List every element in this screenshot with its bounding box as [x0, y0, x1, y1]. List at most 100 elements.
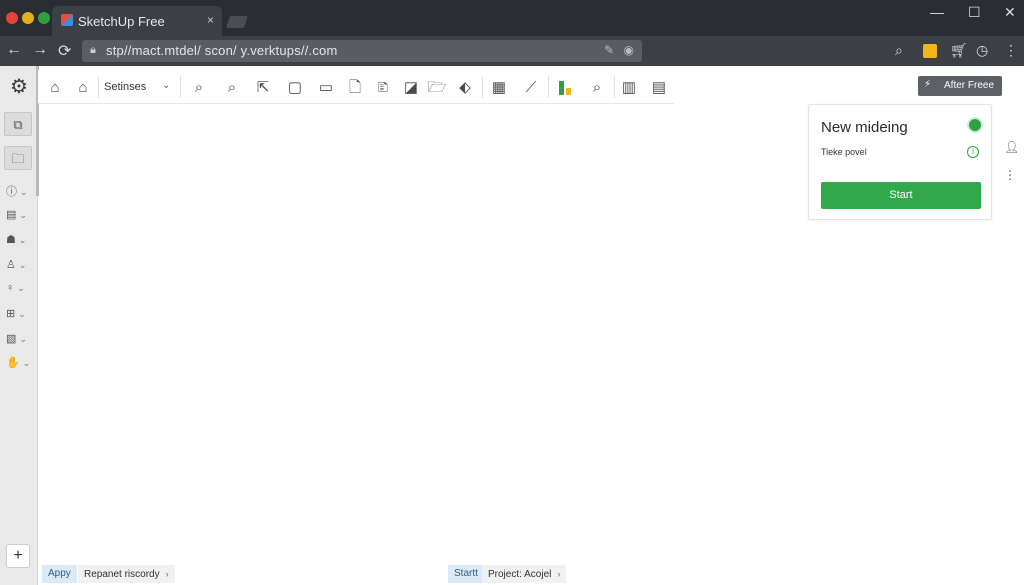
settings-shield-icon[interactable]: ◉	[624, 43, 634, 57]
hand-icon: ✋	[6, 357, 20, 369]
toolbar-divider	[614, 76, 615, 98]
folder-icon[interactable]: 🗀	[4, 146, 32, 170]
close-window-button[interactable]	[6, 12, 18, 24]
rail-item-paint[interactable]: ♙ ⌄	[6, 258, 26, 271]
tab-close-icon[interactable]: ×	[207, 13, 214, 27]
new-model-card: New mideing Tieke povel i Start	[808, 104, 992, 220]
reload-icon[interactable]: ⟳	[58, 41, 71, 61]
browser-addressbar: ← → ⟳ 🔒︎ stp//mact.mtdel/ scon/ y.verktu…	[0, 36, 1024, 66]
key-icon[interactable]: ⌕	[895, 42, 903, 59]
main-toolbar: ⌂ ⌂ Setinses ⌄ ⌕ ⌕ ⇱ ▢ ▭ 🗋 🗈 ◪ 🗁 ⬖ ▦ ⟋ ⌕…	[38, 70, 674, 104]
lock-tool-icon[interactable]: ⌂	[44, 77, 66, 99]
chevron-down-icon: ⌄	[20, 187, 28, 197]
sketchup-favicon-icon	[61, 14, 73, 26]
rail-item-info[interactable]: ⓘ ⌄	[6, 183, 28, 199]
puzzle-icon[interactable]	[923, 44, 937, 58]
toolbar-divider	[180, 76, 181, 98]
browser-tab-sketchup[interactable]: SketchUp Free ×	[52, 6, 222, 36]
bar-chart-icon[interactable]	[558, 79, 572, 95]
warehouse-icon[interactable]: ▥	[618, 77, 640, 99]
outliner-icon: ▧	[6, 333, 17, 345]
project-chip[interactable]: Project: Acojel ›	[482, 565, 567, 583]
maximize-window-button[interactable]	[38, 12, 50, 24]
rail-item-store[interactable]: ▤ ⌄	[6, 208, 27, 221]
toolbar-divider	[548, 76, 549, 98]
window-maximize-icon[interactable]: ☐	[968, 4, 981, 21]
menu-icon[interactable]: ⋮	[1004, 42, 1018, 59]
recent-history-label: Repanet riscordy	[84, 569, 160, 580]
status-dot-icon	[969, 119, 981, 131]
chevron-down-icon: ⌄	[19, 210, 27, 220]
tape-measure-icon[interactable]: ⟋	[520, 77, 542, 99]
rail-item-styles[interactable]: ♀ ⌄	[6, 282, 25, 294]
start-button[interactable]: Start	[821, 182, 981, 209]
zoom-extents-icon[interactable]: ⌕	[586, 77, 608, 99]
user-icon[interactable]: 👤︎	[1004, 140, 1019, 154]
rail-item-outliner[interactable]: ▧ ⌄	[6, 332, 27, 345]
folder-tool-icon[interactable]: 🗁	[426, 77, 448, 99]
eraser-icon[interactable]: ▢	[284, 77, 306, 99]
paint-icon: ♙	[6, 259, 16, 271]
file-icon[interactable]: 🗋	[344, 77, 366, 99]
chevron-down-icon: ⌄	[22, 358, 31, 368]
recent-history-chip[interactable]: Repanet riscordy ›	[78, 565, 175, 583]
toolbar-divider	[98, 76, 99, 98]
chevron-right-icon: ›	[557, 569, 561, 579]
card-title: New mideing	[821, 119, 908, 136]
store-icon: ▤	[6, 209, 17, 221]
note-icon[interactable]: 🗈	[372, 77, 394, 99]
pin-icon[interactable]: ✎	[604, 43, 614, 57]
left-rail: ⚙ ⧉ 🗀 ⓘ ⌄ ▤ ⌄ ☗ ⌄ ♙ ⌄ ♀ ⌄ ⊞ ⌄ ▧ ⌄ ✋ ⌄ +	[0, 66, 38, 585]
minimize-window-button[interactable]	[22, 12, 34, 24]
copy-icon[interactable]: ⧉	[4, 112, 32, 136]
forward-icon[interactable]: →	[32, 41, 48, 59]
info-icon: ⓘ	[6, 186, 17, 198]
tab-title: SketchUp Free	[78, 14, 165, 29]
styles-icon: ♀	[6, 282, 15, 294]
url-text: stp//mact.mtdel/ scon/ y.verktups//.com	[106, 43, 338, 58]
window-minimize-icon[interactable]: —	[930, 4, 944, 20]
rail-item-hand[interactable]: ✋ ⌄	[6, 356, 30, 369]
chevron-down-icon: ⌄	[17, 283, 25, 293]
more-options-icon[interactable]: ⋮	[1004, 168, 1016, 182]
tag-icon[interactable]: ⬖	[454, 77, 476, 99]
chevron-right-icon: ›	[165, 569, 169, 579]
arrow-tool-icon[interactable]: ⇱	[252, 77, 274, 99]
window-close-icon[interactable]: ✕	[1004, 4, 1016, 21]
senses-dropdown-label[interactable]: Setinses	[104, 81, 146, 93]
pushpull-icon[interactable]: ◪	[400, 77, 422, 99]
after-free-label: After Freee	[944, 80, 995, 91]
clock-icon[interactable]: ◷	[976, 42, 988, 59]
grid-icon[interactable]: ▦	[488, 77, 510, 99]
new-tab-button[interactable]	[226, 16, 248, 28]
search-icon[interactable]: ⌕	[188, 77, 210, 99]
info-icon[interactable]: i	[967, 146, 979, 158]
home-icon[interactable]: ⌂	[72, 77, 94, 99]
rectangle-icon[interactable]: ▭	[315, 77, 337, 99]
chevron-down-icon[interactable]: ⌄	[162, 80, 170, 91]
after-free-button[interactable]: ⚡︎ After Freee	[918, 76, 1002, 96]
lightning-icon: ⚡︎	[924, 79, 932, 90]
lock-icon: 🔒︎	[90, 44, 96, 56]
start-chip[interactable]: Startt	[448, 565, 484, 583]
chevron-down-icon: ⌄	[18, 260, 27, 270]
zoom-icon[interactable]: ⌕	[221, 77, 243, 99]
cart-icon[interactable]: 🛒︎	[950, 42, 968, 59]
chevron-down-icon: ⌄	[18, 309, 26, 319]
card-subtitle: Tieke povel	[821, 147, 867, 157]
add-button[interactable]: +	[6, 544, 30, 568]
chevron-down-icon: ⌄	[18, 235, 27, 245]
gear-icon[interactable]: ⚙	[6, 74, 32, 100]
chevron-down-icon: ⌄	[19, 334, 27, 344]
components-icon: ☗	[6, 234, 16, 246]
back-icon[interactable]: ←	[6, 41, 22, 59]
browser-titlebar: SketchUp Free × — ☐ ✕	[0, 0, 1024, 36]
rail-item-components[interactable]: ☗ ⌄	[6, 233, 26, 246]
project-label: Project: Acojel	[488, 569, 552, 580]
status-bar: Appy Repanet riscordy › Startt Project: A…	[40, 562, 1024, 585]
appy-chip[interactable]: Appy	[42, 565, 77, 583]
extension-icon[interactable]: ▤	[648, 77, 670, 99]
url-input[interactable]: 🔒︎ stp//mact.mtdel/ scon/ y.verktups//.c…	[82, 40, 642, 62]
scenes-icon: ⊞	[6, 308, 16, 320]
rail-item-scenes[interactable]: ⊞ ⌄	[6, 307, 26, 320]
